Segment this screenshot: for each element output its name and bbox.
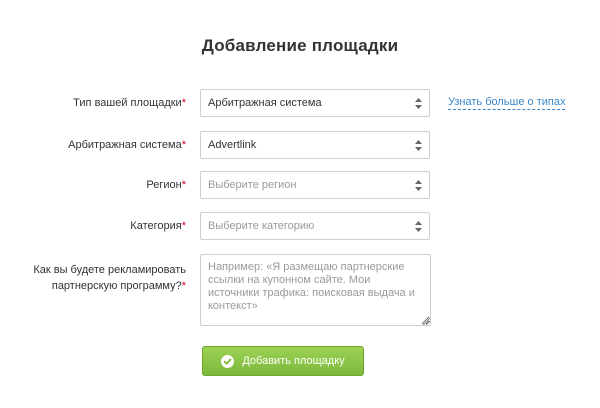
category-select[interactable]: Выберите категорию	[200, 212, 430, 240]
site-type-label: Тип вашей площадки*	[73, 97, 186, 109]
up-down-arrows-icon	[415, 98, 422, 109]
promotion-label: Как вы будете рекламировать партнерскую …	[33, 264, 186, 292]
add-site-button-label: Добавить площадку	[242, 355, 345, 367]
region-placeholder: Выберите регион	[208, 179, 297, 191]
check-circle-icon	[221, 354, 235, 368]
learn-more-types-link[interactable]: Узнать больше о типах	[448, 96, 566, 110]
up-down-arrows-icon	[415, 221, 422, 232]
promotion-textarea[interactable]	[200, 254, 431, 326]
arbitrage-system-value: Advertlink	[208, 139, 257, 151]
category-label: Категория*	[130, 220, 186, 232]
arbitrage-system-label: Арбитражная система*	[68, 139, 186, 151]
up-down-arrows-icon	[415, 140, 422, 151]
region-label: Регион*	[146, 179, 186, 191]
page-title: Добавление площадки	[201, 36, 399, 55]
region-select[interactable]: Выберите регион	[200, 171, 430, 199]
arbitrage-system-select[interactable]: Advertlink	[200, 131, 430, 159]
site-type-value: Арбитражная система	[208, 97, 322, 109]
up-down-arrows-icon	[415, 180, 422, 191]
category-placeholder: Выберите категорию	[208, 220, 315, 232]
site-type-select[interactable]: Арбитражная система	[200, 89, 430, 117]
add-site-button[interactable]: Добавить площадку	[202, 346, 364, 376]
